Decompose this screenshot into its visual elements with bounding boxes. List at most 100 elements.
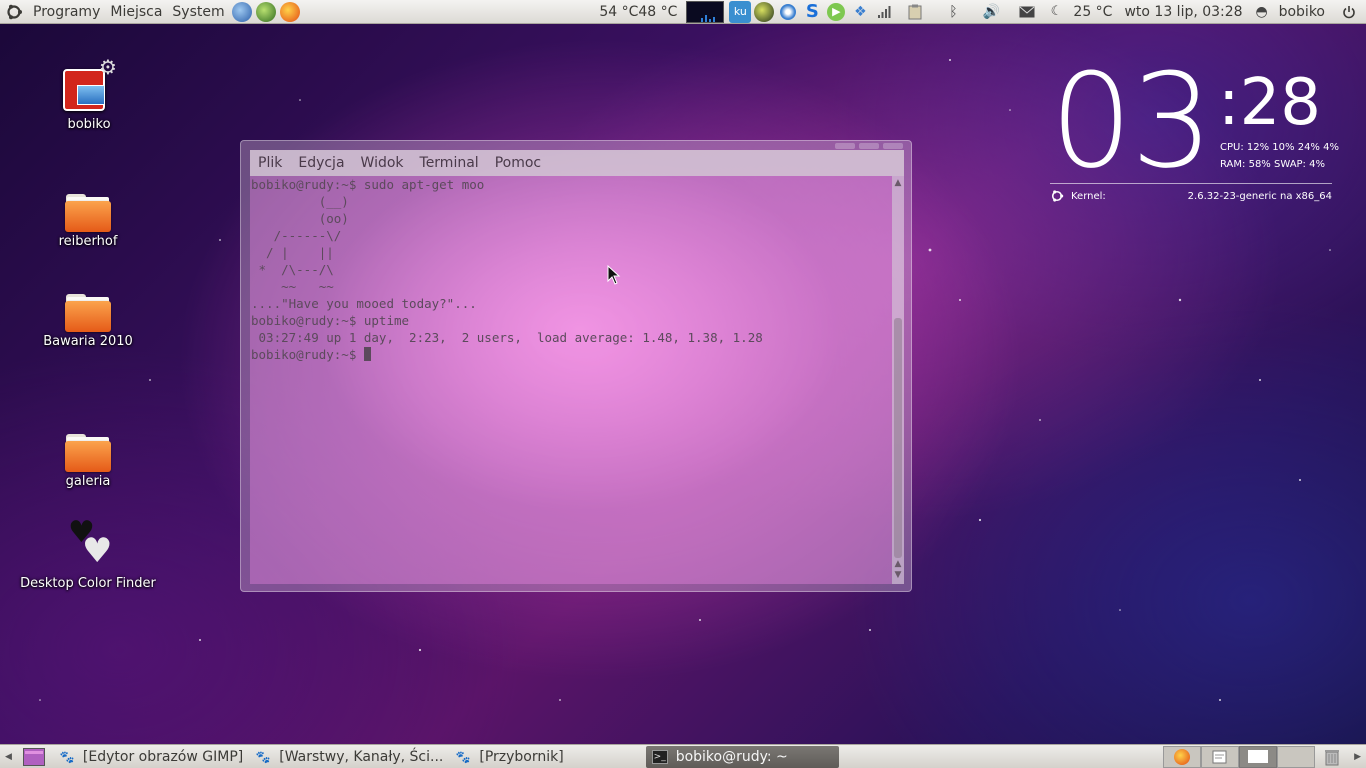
top-panel: Programy Miejsca System 54 °C48 °C ku S … <box>0 0 1366 24</box>
trash-icon[interactable] <box>1321 746 1343 768</box>
weather-temperature[interactable]: 25 °C <box>1068 0 1117 24</box>
globe-launcher-icon[interactable] <box>255 1 277 23</box>
window-controls <box>835 143 903 149</box>
cpu-values: 12% 10% 24% 4% <box>1246 142 1339 153</box>
task-label: bobiko@rudy: ~ <box>675 748 788 765</box>
menu-programy[interactable]: Programy <box>28 0 105 24</box>
desktop-icon-color-finder[interactable]: ♥ ♥ Desktop Color Finder <box>13 515 163 592</box>
task-label: [Warstwy, Kanały, Ści... <box>279 748 444 765</box>
task-label: [Przybornik] <box>479 748 564 765</box>
gimp-icon: 🐾 <box>455 749 471 764</box>
bluetooth-icon[interactable]: ᛒ <box>942 1 964 23</box>
tray-dropbox-icon[interactable]: ❖ <box>849 1 871 23</box>
scroll-right-arrow-icon[interactable]: ▶ <box>1349 745 1366 768</box>
minimize-button[interactable] <box>835 143 855 149</box>
clock-hours: 03 <box>1050 45 1213 197</box>
conky-clock-widget: 03 :28 CPU: 12% 10% 24% 4% RAM: 58% SWAP… <box>1050 56 1340 212</box>
tray-globe-icon[interactable] <box>753 1 775 23</box>
terminal-icon: >_ <box>651 749 668 764</box>
terminal-scrollbar[interactable]: ▲ ▲ ▼ <box>892 176 904 584</box>
clipboard-icon[interactable] <box>904 1 926 23</box>
kernel-label: Kernel: <box>1071 190 1106 202</box>
weather-moon-icon: ☾ <box>1050 4 1063 19</box>
memory-stats: RAM: 58% SWAP: 4% <box>1220 159 1325 170</box>
desktop-icon-label: reiberhof <box>58 234 118 249</box>
terminal-window[interactable]: Plik Edycja Widok Terminal Pomoc bobiko@… <box>240 140 912 592</box>
mouse-pointer-icon <box>607 265 621 285</box>
menu-terminal[interactable]: Terminal <box>412 155 487 171</box>
hearts-icon: ♥ ♥ <box>68 515 113 571</box>
terminal-prompt: bobiko@rudy:~$ <box>251 347 364 362</box>
workspace-2-editor-icon[interactable] <box>1201 745 1240 768</box>
text-cursor <box>363 347 371 361</box>
desktop-icon-bawaria-2010[interactable]: Bawaria 2010 <box>13 292 163 349</box>
terminal-line: ...."Have you mooed today?"... <box>251 296 477 311</box>
tray-compass-icon[interactable] <box>777 1 799 23</box>
taskbar-gimp[interactable]: 🐾 [Edytor obrazów GIMP] <box>53 746 249 768</box>
tray-app-ku-icon[interactable]: ku <box>729 0 752 23</box>
terminal-line: (__) <box>251 194 349 209</box>
menu-system[interactable]: System <box>167 0 229 24</box>
terminal-line: / | || <box>251 245 334 260</box>
workspace-3-active[interactable] <box>1239 745 1278 768</box>
volume-icon[interactable]: 🔊 <box>980 1 1002 23</box>
menu-widok[interactable]: Widok <box>353 155 412 171</box>
gimp-icon: 🐾 <box>255 749 271 764</box>
taskbar-layers[interactable]: 🐾 [Warstwy, Kanały, Ści... <box>249 746 449 768</box>
tray-skype-icon[interactable]: S <box>801 1 823 23</box>
ubuntu-logo-icon <box>1051 190 1064 202</box>
workspace-4[interactable] <box>1277 745 1316 768</box>
system-monitor-graph[interactable] <box>686 0 725 23</box>
terminal-line: bobiko@rudy:~$ sudo apt-get moo <box>251 177 485 192</box>
clock-datetime[interactable]: wto 13 lip, 03:28 <box>1117 0 1249 24</box>
clock-minutes: :28 <box>1218 66 1321 140</box>
ram-label: RAM: <box>1220 159 1246 170</box>
scrollbar-thumb[interactable] <box>894 318 902 558</box>
swap-label: SWAP: <box>1274 159 1306 170</box>
desktop-icon-reiberhof[interactable]: reiberhof <box>13 192 163 249</box>
menu-edycja[interactable]: Edycja <box>290 155 352 171</box>
maximize-button[interactable] <box>859 143 879 149</box>
scroll-up-arrow-icon[interactable]: ▲ <box>893 559 903 569</box>
cpu-label: CPU: <box>1220 142 1244 153</box>
desktop-icon-label: Desktop Color Finder <box>20 576 156 591</box>
menu-pomoc[interactable]: Pomoc <box>487 155 549 171</box>
widget-divider <box>1050 183 1332 184</box>
folder-icon <box>64 292 112 332</box>
show-desktop-icon[interactable] <box>22 746 45 768</box>
network-signal-icon[interactable] <box>873 1 895 23</box>
terminal-line: bobiko@rudy:~$ uptime <box>251 313 410 328</box>
desktop-icon-label: Bawaria 2010 <box>43 334 133 349</box>
close-button[interactable] <box>883 143 903 149</box>
task-label: [Edytor obrazów GIMP] <box>82 748 244 765</box>
tray-play-icon[interactable]: ▶ <box>825 1 847 23</box>
desktop-icon-galeria[interactable]: galeria <box>13 432 163 489</box>
cpu-stats: CPU: 12% 10% 24% 4% <box>1220 142 1339 153</box>
terminal-line: (oo) <box>251 211 349 226</box>
scroll-left-arrow-icon[interactable]: ◀ <box>0 745 17 768</box>
user-name[interactable]: bobiko <box>1274 0 1330 24</box>
mail-icon[interactable] <box>1016 1 1038 23</box>
workspace-1-firefox-icon[interactable] <box>1163 745 1202 768</box>
terminal-prompt-line: bobiko@rudy:~$ <box>251 346 892 363</box>
bottom-panel: ◀ 🐾 [Edytor obrazów GIMP] 🐾 [Warstwy, Kana… <box>0 744 1366 768</box>
desktop-icon-bobiko[interactable]: ⚙ bobiko <box>14 55 164 132</box>
power-icon[interactable] <box>1338 1 1360 23</box>
menu-plik[interactable]: Plik <box>250 155 290 171</box>
firefox-launcher-icon[interactable] <box>279 1 301 23</box>
taskbar-toolbox[interactable]: 🐾 [Przybornik] <box>449 746 569 768</box>
terminal-output[interactable]: bobiko@rudy:~$ sudo apt-get moo (__) (oo… <box>250 176 892 584</box>
cpu-temperature: 54 °C48 °C <box>599 3 678 20</box>
scroll-up-arrow-icon[interactable]: ▲ <box>893 178 903 188</box>
taskbar-terminal[interactable]: >_ bobiko@rudy: ~ <box>645 745 839 768</box>
swap-value: 4% <box>1309 159 1325 170</box>
gimp-icon: 🐾 <box>59 749 75 764</box>
terminal-line: ~~ ~~ <box>251 279 334 294</box>
scroll-down-arrow-icon[interactable]: ▼ <box>893 570 903 580</box>
desktop-icon-label: bobiko <box>67 117 111 132</box>
ubuntu-logo-icon[interactable] <box>0 0 28 24</box>
menu-miejsca[interactable]: Miejsca <box>105 0 167 24</box>
user-status-icon: ◓ <box>1255 3 1268 20</box>
terminal-line: 03:27:49 up 1 day, 2:23, 2 users, load a… <box>251 330 763 345</box>
thunderbird-launcher-icon[interactable] <box>231 1 253 23</box>
